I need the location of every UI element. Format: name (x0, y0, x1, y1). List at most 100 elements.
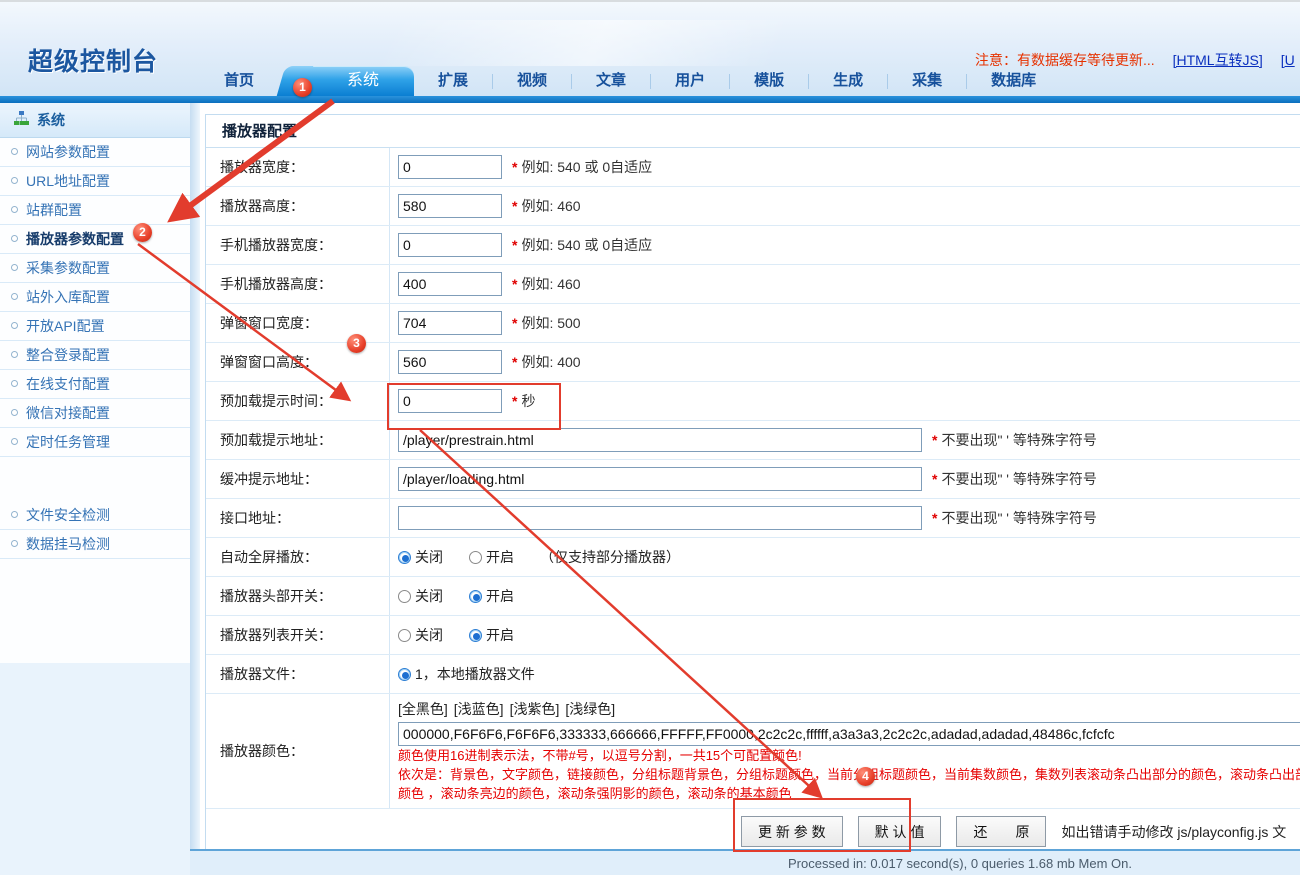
nav-tab-label: 文章 (596, 72, 626, 89)
sidebar: 系统 网站参数配置 URL地址配置站群配置播放器参数配置采集参数配置站外入库配置开… (0, 103, 190, 875)
bullet-icon (11, 235, 18, 242)
input-popup-width[interactable] (398, 311, 502, 335)
color-presets: [全黑色] [浅蓝色] [浅紫色] [浅绿色] (398, 699, 1300, 719)
field-hint: 不要出现" ' 等特殊字符号 (941, 469, 1096, 489)
required-asterisk: * (932, 471, 937, 487)
radio-unselected-icon[interactable] (398, 590, 411, 603)
color-preset-2[interactable]: [浅紫色] (510, 701, 560, 717)
sidebar-item-5[interactable]: 站外入库配置 (0, 283, 190, 312)
input-api-url[interactable] (398, 506, 922, 530)
clipped-right-link[interactable]: [U (1281, 52, 1295, 68)
sidebar-item-6[interactable]: 开放API配置 (0, 312, 190, 341)
color-preset-3[interactable]: [浅绿色] (565, 701, 615, 717)
radio-player-list-switch-0[interactable]: 关闭 (398, 625, 443, 645)
input-buffer-tip-url[interactable] (398, 467, 922, 491)
sidebar-item-7[interactable]: 整合登录配置 (0, 341, 190, 370)
required-asterisk: * (512, 315, 517, 331)
bullet-icon (11, 264, 18, 271)
sidebar-item-0[interactable]: 网站参数配置 (0, 138, 190, 167)
required-asterisk: * (512, 159, 517, 175)
sidebar-item-2[interactable]: 站群配置 (0, 196, 190, 225)
field-value-cell: 关闭 开启 (390, 616, 1300, 654)
page-title: 播放器配置 (206, 115, 1300, 148)
radio-player-header-switch-1[interactable]: 开启 (469, 586, 514, 606)
sidebar-item-label: 微信对接配置 (26, 405, 110, 421)
html-js-convert-link[interactable]: [HTML互转JS] (1173, 52, 1263, 68)
nav-tab-1[interactable]: 系统 (292, 66, 414, 96)
nav-tab-5[interactable]: 用户 (651, 66, 729, 96)
nav-tab-6[interactable]: 模版 (730, 66, 808, 96)
nav-tab-2[interactable]: 扩展 (414, 66, 492, 96)
sidebar-item-label: 在线支付配置 (26, 376, 110, 392)
radio-selected-icon[interactable] (398, 668, 411, 681)
processed-info: Processed in: 0.017 second(s), 0 queries… (788, 856, 1132, 871)
field-row-player-width: 播放器宽度：*例如: 540 或 0自适应 (206, 148, 1300, 187)
radio-player-list-switch-1[interactable]: 开启 (469, 625, 514, 645)
input-player-colors[interactable] (398, 722, 1300, 746)
nav-tab-0[interactable]: 首页 (200, 66, 278, 96)
color-usage-note-2: 颜色 ，滚动条亮边的颜色，滚动条强阴影的颜色，滚动条的基本颜色 (398, 784, 1300, 803)
input-preload-tip-time[interactable] (398, 389, 502, 413)
field-hint: 不要出现" ' 等特殊字符号 (941, 430, 1096, 450)
input-player-width[interactable] (398, 155, 502, 179)
color-preset-0[interactable]: [全黑色] (398, 701, 448, 717)
required-asterisk: * (932, 510, 937, 526)
nav-tab-9[interactable]: 数据库 (967, 66, 1060, 96)
bullet-icon (11, 409, 18, 416)
input-mobile-player-width[interactable] (398, 233, 502, 257)
radio-player-header-switch-0[interactable]: 关闭 (398, 586, 443, 606)
sidebar-item-9[interactable]: 微信对接配置 (0, 399, 190, 428)
radio-label: 关闭 (415, 588, 443, 604)
radio-note: （仅支持部分播放器） (540, 547, 680, 567)
field-value-cell: *例如: 460 (390, 187, 1300, 225)
sidebar-item-1[interactable]: URL地址配置 (0, 167, 190, 196)
field-value-cell: 1，本地播放器文件 (390, 655, 1300, 693)
field-row-player-list-switch: 播放器列表开关：关闭开启 (206, 616, 1300, 655)
restore-button[interactable]: 还 原 (956, 816, 1046, 847)
radio-selected-icon[interactable] (469, 629, 482, 642)
radio-player-file-0[interactable]: 1，本地播放器文件 (398, 664, 535, 684)
radio-auto-fullscreen-1[interactable]: 开启 (469, 547, 514, 567)
radio-selected-icon[interactable] (469, 590, 482, 603)
sidebar-item-10[interactable]: 定时任务管理 (0, 428, 190, 457)
field-label: 播放器高度： (206, 187, 390, 225)
update-params-button[interactable]: 更 新 参 数 (741, 816, 843, 847)
sidebar-item-12[interactable]: 数据挂马检测 (0, 530, 190, 559)
sidebar-item-11[interactable]: 文件安全检测 (0, 501, 190, 530)
input-mobile-player-height[interactable] (398, 272, 502, 296)
nav-tab-7[interactable]: 生成 (809, 66, 887, 96)
field-row-popup-width: 弹窗窗口宽度：*例如: 500 (206, 304, 1300, 343)
sidebar-section-header[interactable]: 系统 (0, 103, 190, 138)
radio-selected-icon[interactable] (398, 551, 411, 564)
sidebar-item-4[interactable]: 采集参数配置 (0, 254, 190, 283)
sidebar-item-8[interactable]: 在线支付配置 (0, 370, 190, 399)
field-hint: 例如: 540 或 0自适应 (521, 157, 652, 177)
radio-unselected-icon[interactable] (398, 629, 411, 642)
field-row-player-height: 播放器高度：*例如: 460 (206, 187, 1300, 226)
field-row-buffer-tip-url: 缓冲提示地址：*不要出现" ' 等特殊字符号 (206, 460, 1300, 499)
nav-tab-4[interactable]: 文章 (572, 66, 650, 96)
default-values-button[interactable]: 默 认 值 (858, 816, 942, 847)
nav-tab-label: 采集 (912, 72, 942, 89)
input-player-height[interactable] (398, 194, 502, 218)
bullet-icon (11, 438, 18, 445)
input-popup-height[interactable] (398, 350, 502, 374)
radio-auto-fullscreen-0[interactable]: 关闭 (398, 547, 443, 567)
required-asterisk: * (512, 393, 517, 409)
field-hint: 不要出现" ' 等特殊字符号 (941, 508, 1096, 528)
color-preset-1[interactable]: [浅蓝色] (454, 701, 504, 717)
top-header: 超级控制台 注意：有数据缓存等待更新... [HTML互转JS] [U 首页系统… (0, 0, 1300, 96)
field-value-cell: 关闭 开启 （仅支持部分播放器） (390, 538, 1300, 576)
sidebar-item-3[interactable]: 播放器参数配置 (0, 225, 190, 254)
nav-tab-8[interactable]: 采集 (888, 66, 966, 96)
field-label: 预加载提示地址： (206, 421, 390, 459)
bullet-icon (11, 293, 18, 300)
sidebar-item-label: 数据挂马检测 (26, 536, 110, 552)
radio-unselected-icon[interactable] (469, 551, 482, 564)
sidebar-item-label: 采集参数配置 (26, 260, 110, 276)
input-preload-tip-url[interactable] (398, 428, 922, 452)
sidebar-item-label: 开放API配置 (26, 318, 105, 334)
sidebar-divider (190, 103, 200, 875)
sidebar-item-label: URL地址配置 (26, 173, 110, 189)
nav-tab-3[interactable]: 视频 (493, 66, 571, 96)
